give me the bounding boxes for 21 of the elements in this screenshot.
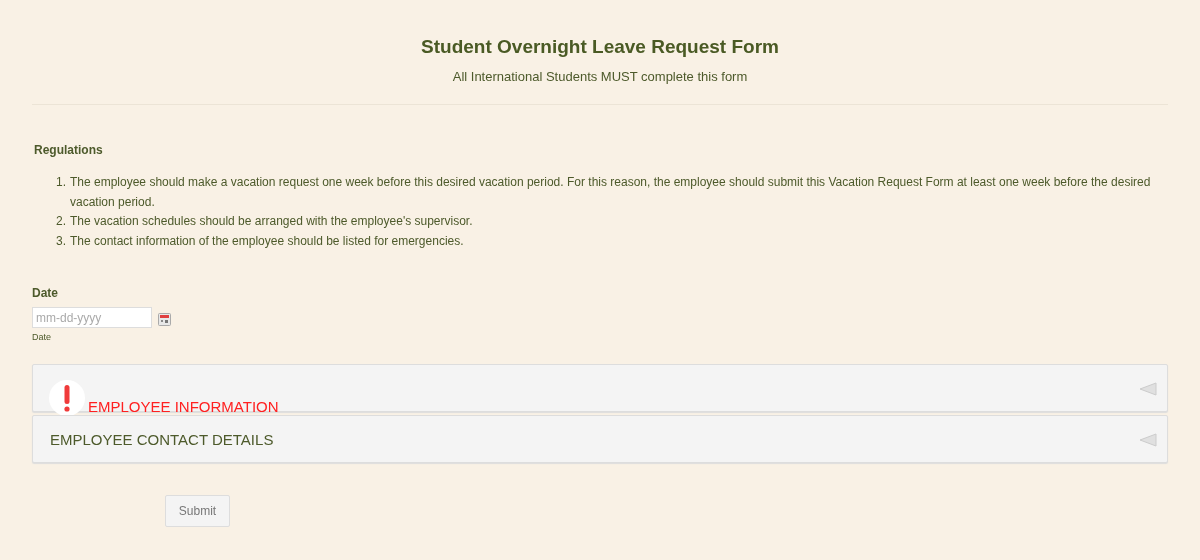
form-title: Student Overnight Leave Request Form — [420, 36, 780, 58]
section-header[interactable]: EMPLOYEE CONTACT DETAILS — [32, 415, 1168, 463]
date-field[interactable]: mm-dd-yyyy — [32, 307, 152, 328]
section-title: EMPLOYEE INFORMATION — [88, 399, 279, 414]
collapse-arrow-icon — [1139, 433, 1157, 447]
date-label: Date — [32, 286, 59, 300]
regulation-text: The contact information of the employee should be listed for emergencies. — [70, 232, 465, 250]
regulation-text: The employee should make a vacation request one week before this desired vacation period. For this reason, the employee should submit this Vacation Request Form at least one week before the desired vacation period. — [70, 174, 1152, 211]
list-number: 2. — [56, 213, 67, 230]
date-sublabel: Date — [32, 332, 52, 342]
section-header[interactable]: EMPLOYEE INFORMATION — [32, 364, 1168, 412]
list-number: 1. — [56, 174, 67, 191]
error-icon — [49, 380, 85, 416]
list-number: 3. — [56, 232, 67, 250]
collapse-arrow-icon — [1139, 382, 1157, 396]
form-subtitle: All International Students MUST complete this form — [451, 69, 749, 84]
submit-button[interactable]: Submit — [165, 495, 230, 527]
calendar-icon[interactable] — [158, 313, 171, 326]
regulations-heading: Regulations — [34, 143, 104, 157]
regulation-text: The vacation schedules should be arranged with the employee's supervisor. — [70, 213, 474, 230]
section-title: EMPLOYEE CONTACT DETAILS — [50, 430, 274, 448]
